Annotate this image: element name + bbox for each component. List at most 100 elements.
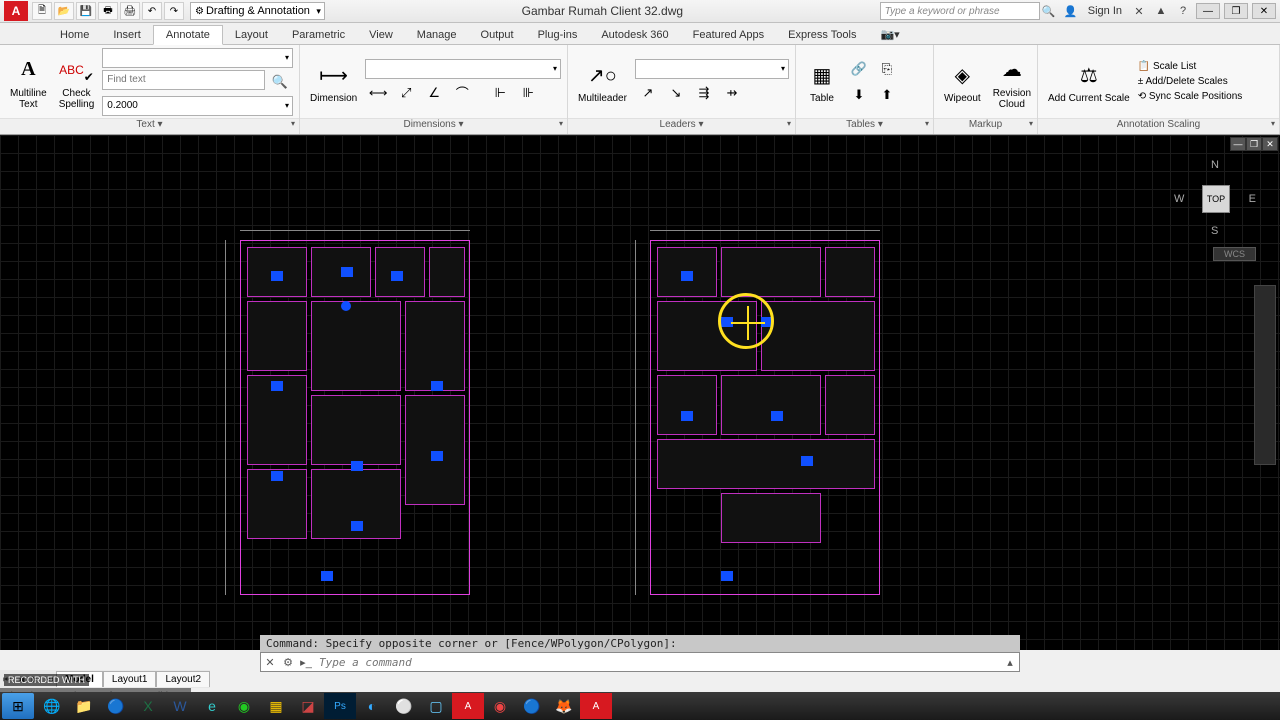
command-input[interactable] (315, 656, 1001, 669)
dimension-button[interactable]: ⟼ Dimension (306, 57, 361, 106)
tab-plugins[interactable]: Plug-ins (526, 26, 590, 44)
cmd-close-icon[interactable]: ✕ (261, 653, 279, 671)
tb-edge-icon[interactable]: e (196, 693, 228, 719)
dim-linear-icon[interactable]: ⟷ (365, 81, 391, 105)
cmd-options-icon[interactable]: ⚙ (279, 653, 297, 671)
check-spelling-button[interactable]: ABC✔ Check Spelling (55, 52, 99, 112)
saveas-icon[interactable]: 🖶 (98, 2, 118, 20)
tb-app5-icon[interactable]: ▢ (420, 693, 452, 719)
tb-autocad-icon[interactable]: A (452, 693, 484, 719)
table-extract-icon[interactable]: ⎘ (874, 57, 900, 81)
save-icon[interactable]: 💾 (76, 2, 96, 20)
app-logo[interactable]: A (4, 1, 28, 21)
undo-icon[interactable]: ↶ (142, 2, 162, 20)
tab-expresstools[interactable]: Express Tools (776, 26, 868, 44)
scale-list-link[interactable]: 📋 Scale List (1138, 61, 1243, 72)
help-search-input[interactable]: Type a keyword or phrase (880, 2, 1040, 20)
viewcube-top-face[interactable]: TOP (1202, 185, 1230, 213)
tb-app4-icon[interactable]: ⚪ (388, 693, 420, 719)
leader-add-icon[interactable]: ↗ (635, 81, 661, 105)
dim-arc-icon[interactable]: ⌒ (449, 81, 475, 105)
tab-featuredapps[interactable]: Featured Apps (681, 26, 777, 44)
tab-home[interactable]: Home (48, 26, 101, 44)
add-delete-scales-link[interactable]: ± Add/Delete Scales (1138, 76, 1243, 87)
table-upload-icon[interactable]: ⬆ (874, 83, 900, 107)
tab-view[interactable]: View (357, 26, 405, 44)
tb-app3-icon[interactable]: ◐ (356, 693, 388, 719)
tb-firefox-icon[interactable]: 🦊 (548, 693, 580, 719)
table-download-icon[interactable]: ⬇ (846, 83, 872, 107)
tab-manage[interactable]: Manage (405, 26, 469, 44)
tb-app2-icon[interactable]: ◪ (292, 693, 324, 719)
search-icon[interactable]: 🔍 (1040, 3, 1058, 19)
dim-continue-icon[interactable]: ⊩ (487, 81, 513, 105)
tb-app-icon[interactable]: 🔵 (100, 693, 132, 719)
new-icon[interactable]: 🗎 (32, 2, 52, 20)
leader-style-dropdown[interactable] (635, 59, 789, 79)
tb-app6-icon[interactable]: ◉ (484, 693, 516, 719)
panel-leaders-title[interactable]: Leaders ▾ (568, 118, 795, 134)
wcs-dropdown[interactable]: WCS (1213, 247, 1256, 261)
sign-in-link[interactable]: Sign In (1084, 5, 1126, 17)
viewcube-south[interactable]: S (1211, 225, 1218, 237)
wipeout-button[interactable]: ◈ Wipeout (940, 57, 985, 106)
find-text-input[interactable] (102, 70, 265, 90)
tb-ie-icon[interactable]: 🌐 (36, 693, 68, 719)
find-icon[interactable]: 🔍 (267, 70, 293, 94)
tb-sticky-icon[interactable]: ▦ (260, 693, 292, 719)
tb-excel-icon[interactable]: X (132, 693, 164, 719)
stayconnected-icon[interactable]: ▲ (1152, 3, 1170, 19)
exchange-icon[interactable]: ✕ (1130, 3, 1148, 19)
tb-ps-icon[interactable]: Ps (324, 693, 356, 719)
tb-line-icon[interactable]: ◉ (228, 693, 260, 719)
tab-parametric[interactable]: Parametric (280, 26, 357, 44)
doc-close-button[interactable]: ✕ (1262, 137, 1278, 151)
redo-icon[interactable]: ↷ (164, 2, 184, 20)
panel-text-title[interactable]: Text ▾ (0, 118, 299, 134)
help-icon[interactable]: ? (1174, 3, 1192, 19)
close-button[interactable]: ✕ (1252, 3, 1276, 19)
minimize-button[interactable]: — (1196, 3, 1220, 19)
viewcube-west[interactable]: W (1174, 193, 1184, 205)
dim-angular-icon[interactable]: ∠ (421, 81, 447, 105)
tab-overflow[interactable]: 📷▾ (868, 25, 911, 44)
start-button[interactable]: ⊞ (2, 693, 34, 719)
tab-autodesk360[interactable]: Autodesk 360 (589, 26, 680, 44)
sync-scale-link[interactable]: ⟲ Sync Scale Positions (1138, 91, 1243, 102)
restore-button[interactable]: ❐ (1224, 3, 1248, 19)
drawing-area[interactable]: — ❐ ✕ (0, 135, 1280, 650)
text-style-dropdown[interactable] (102, 48, 293, 68)
tab-annotate[interactable]: Annotate (153, 25, 223, 45)
add-current-scale-button[interactable]: ⚖ Add Current Scale (1044, 57, 1134, 106)
multileader-button[interactable]: ↗○ Multileader (574, 57, 631, 106)
tab-insert[interactable]: Insert (101, 26, 153, 44)
tb-word-icon[interactable]: W (164, 693, 196, 719)
cmd-history-icon[interactable]: ▴ (1001, 653, 1019, 671)
multiline-text-button[interactable]: A Multiline Text (6, 52, 51, 112)
text-height-dropdown[interactable]: 0.2000 (102, 96, 293, 116)
revision-cloud-button[interactable]: ☁ Revision Cloud (989, 52, 1035, 112)
doc-minimize-button[interactable]: — (1230, 137, 1246, 151)
navigation-bar[interactable] (1254, 285, 1276, 465)
viewcube-east[interactable]: E (1249, 193, 1256, 205)
plot-icon[interactable]: 🖨 (120, 2, 140, 20)
user-icon[interactable]: 👤 (1062, 3, 1080, 19)
leader-remove-icon[interactable]: ↘ (663, 81, 689, 105)
table-button[interactable]: ▦ Table (802, 57, 842, 106)
layout-tab-layout1[interactable]: Layout1 (103, 671, 157, 687)
open-icon[interactable]: 📂 (54, 2, 74, 20)
viewcube-north[interactable]: N (1211, 159, 1219, 171)
leader-align-icon[interactable]: ⇶ (691, 81, 717, 105)
dim-aligned-icon[interactable]: ⤢ (393, 81, 419, 105)
table-link-icon[interactable]: 🔗 (846, 57, 872, 81)
dim-baseline-icon[interactable]: ⊪ (515, 81, 541, 105)
doc-restore-button[interactable]: ❐ (1246, 137, 1262, 151)
tb-autocad2-icon[interactable]: A (580, 693, 612, 719)
workspace-dropdown[interactable]: ⚙ Drafting & Annotation (190, 2, 325, 20)
tab-output[interactable]: Output (469, 26, 526, 44)
tab-layout[interactable]: Layout (223, 26, 280, 44)
panel-dimensions-title[interactable]: Dimensions ▾ (300, 118, 567, 134)
panel-tables-title[interactable]: Tables ▾ (796, 118, 933, 134)
viewcube[interactable]: N S E W TOP (1170, 153, 1260, 243)
leader-collect-icon[interactable]: ⇸ (719, 81, 745, 105)
